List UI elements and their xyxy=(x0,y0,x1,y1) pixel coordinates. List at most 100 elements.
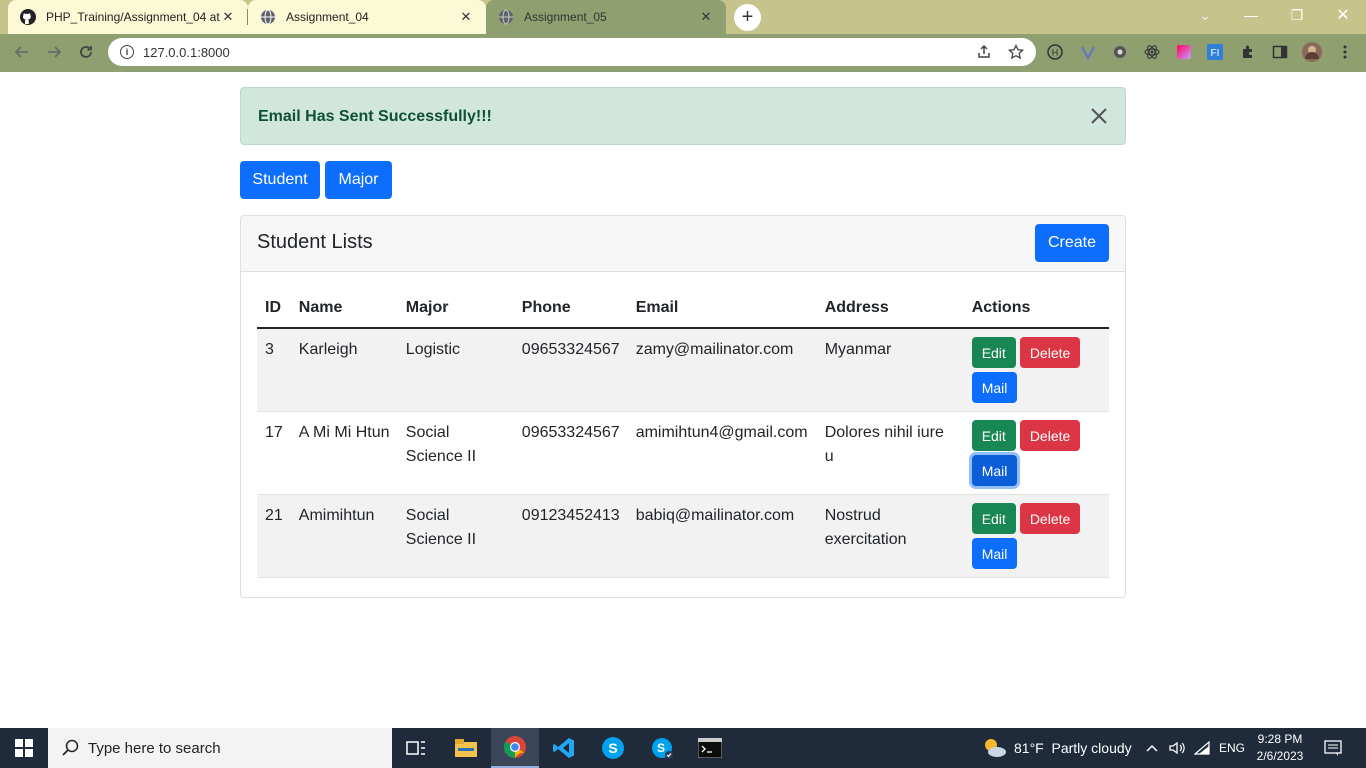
cell-name: Amimihtun xyxy=(290,494,398,578)
skype-business-icon[interactable]: S xyxy=(638,728,686,768)
student-button[interactable]: Student xyxy=(240,161,320,199)
extension-react-icon[interactable] xyxy=(1144,44,1160,60)
cell-major: Social Science II xyxy=(397,411,514,495)
alert-message: Email Has Sent Successfully!!! xyxy=(258,108,492,125)
column-header-address: Address xyxy=(816,288,964,329)
taskbar-search-box[interactable]: Type here to search xyxy=(48,728,392,768)
share-icon[interactable] xyxy=(976,44,992,60)
svg-text:H: H xyxy=(1052,48,1059,58)
edit-button[interactable]: Edit xyxy=(971,503,1016,534)
table-row: 21 Amimihtun Social Science II 091234524… xyxy=(257,494,1109,578)
skype-icon[interactable]: S xyxy=(589,728,637,768)
column-header-actions: Actions xyxy=(963,288,1109,329)
major-button[interactable]: Major xyxy=(325,161,392,199)
mail-button[interactable]: Mail xyxy=(971,455,1018,486)
column-header-id: ID xyxy=(257,288,291,329)
clock-time: 9:28 PM xyxy=(1257,732,1303,746)
reload-icon xyxy=(80,46,92,58)
table-header-row: ID Name Major Phone Email Address Action… xyxy=(257,288,1109,329)
clock[interactable]: 9:28 PM 2/6/2023 xyxy=(1250,731,1310,765)
extension-gear-icon[interactable] xyxy=(1112,44,1128,60)
cell-name: Karleigh xyxy=(290,328,398,412)
star-icon[interactable] xyxy=(1008,44,1024,60)
cell-id: 17 xyxy=(257,411,291,495)
url-text: 127.0.0.1:8000 xyxy=(143,44,230,60)
cell-phone: 09653324567 xyxy=(513,328,628,412)
mail-button[interactable]: Mail xyxy=(971,372,1018,403)
window-close-button[interactable]: ✕ xyxy=(1320,0,1366,30)
svg-text:S: S xyxy=(657,741,665,755)
minimize-button[interactable]: — xyxy=(1228,0,1274,30)
cell-actions: Edit Delete Mail xyxy=(963,494,1109,578)
clock-date: 2/6/2023 xyxy=(1256,749,1304,763)
tab-search-icon[interactable]: ⌄ xyxy=(1182,0,1228,30)
arrow-left-icon xyxy=(14,46,28,58)
chrome-icon[interactable] xyxy=(491,728,539,768)
extension-fi-icon[interactable]: FI xyxy=(1207,44,1223,60)
cell-actions: Edit Delete Mail xyxy=(963,411,1109,495)
restore-button[interactable]: ❐ xyxy=(1274,0,1320,30)
task-view-icon[interactable] xyxy=(392,728,440,768)
browser-toolbar: i 127.0.0.1:8000 H FI xyxy=(0,34,1366,70)
globe-icon xyxy=(260,9,276,25)
puzzle-icon[interactable] xyxy=(1240,44,1256,60)
avatar[interactable] xyxy=(1302,42,1322,62)
arrow-right-icon xyxy=(48,46,62,58)
windows-taskbar: Type here to search S S 81°F Partly clou… xyxy=(0,728,1366,768)
column-header-email: Email xyxy=(627,288,817,329)
close-icon[interactable]: ✕ xyxy=(458,9,474,25)
forward-button[interactable] xyxy=(42,40,66,64)
extension-gradient-icon[interactable] xyxy=(1176,44,1192,60)
cell-email: amimihtun4@gmail.com xyxy=(627,411,817,495)
address-bar[interactable]: i 127.0.0.1:8000 xyxy=(108,38,1036,66)
cell-address: Myanmar xyxy=(816,328,964,412)
more-menu-icon[interactable] xyxy=(1337,44,1353,60)
weather-text: 81°F Partly cloudy xyxy=(1014,740,1132,756)
info-icon[interactable]: i xyxy=(120,45,134,59)
new-tab-button[interactable]: + xyxy=(734,4,761,31)
language-indicator[interactable]: ENG xyxy=(1219,728,1245,768)
card-header: Student Lists Create xyxy=(241,216,1125,272)
cell-address: Nostrud exercitation xyxy=(816,494,964,578)
terminal-icon[interactable] xyxy=(686,728,734,768)
start-button[interactable] xyxy=(0,728,48,768)
delete-button[interactable]: Delete xyxy=(1019,337,1081,368)
windows-logo-icon xyxy=(15,739,33,757)
delete-button[interactable]: Delete xyxy=(1019,503,1081,534)
speaker-icon[interactable] xyxy=(1168,728,1186,768)
cell-actions: Edit Delete Mail xyxy=(963,328,1109,412)
create-button[interactable]: Create xyxy=(1034,224,1109,262)
extension-v-icon[interactable] xyxy=(1080,44,1096,60)
table-row: 3 Karleigh Logistic 09653324567 zamy@mai… xyxy=(257,328,1109,412)
weather-widget[interactable]: 81°F Partly cloudy xyxy=(982,728,1132,768)
cell-major: Logistic xyxy=(397,328,514,412)
reload-button[interactable] xyxy=(74,40,98,64)
notification-icon[interactable] xyxy=(1324,728,1342,768)
mail-button[interactable]: Mail xyxy=(971,538,1018,569)
extension-h-icon[interactable]: H xyxy=(1047,44,1063,60)
vscode-icon[interactable] xyxy=(540,728,588,768)
edit-button[interactable]: Edit xyxy=(971,420,1016,451)
side-panel-icon[interactable] xyxy=(1272,44,1288,60)
cell-address: Dolores nihil iure u xyxy=(816,411,964,495)
github-icon xyxy=(20,9,36,25)
globe-icon xyxy=(498,9,514,25)
edit-button[interactable]: Edit xyxy=(971,337,1016,368)
close-icon[interactable]: ✕ xyxy=(220,9,236,25)
cell-phone: 09123452413 xyxy=(513,494,628,578)
chevron-up-icon[interactable] xyxy=(1145,728,1159,768)
alert-close-button[interactable] xyxy=(1087,104,1111,128)
tab-title: Assignment_05 xyxy=(524,10,607,24)
tab-php-training[interactable]: PHP_Training/Assignment_04 at r ✕ xyxy=(8,0,248,34)
file-explorer-icon[interactable] xyxy=(442,728,490,768)
success-alert: Email Has Sent Successfully!!! xyxy=(240,87,1126,145)
close-icon[interactable]: ✕ xyxy=(698,9,714,25)
wifi-icon[interactable] xyxy=(1194,728,1210,768)
tab-assignment-05[interactable]: Assignment_05 ✕ xyxy=(486,0,726,34)
cell-email: zamy@mailinator.com xyxy=(627,328,817,412)
svg-text:FI: FI xyxy=(1211,48,1220,59)
search-placeholder: Type here to search xyxy=(88,739,221,757)
delete-button[interactable]: Delete xyxy=(1019,420,1081,451)
back-button[interactable] xyxy=(10,40,34,64)
tab-assignment-04[interactable]: Assignment_04 ✕ xyxy=(248,0,486,34)
